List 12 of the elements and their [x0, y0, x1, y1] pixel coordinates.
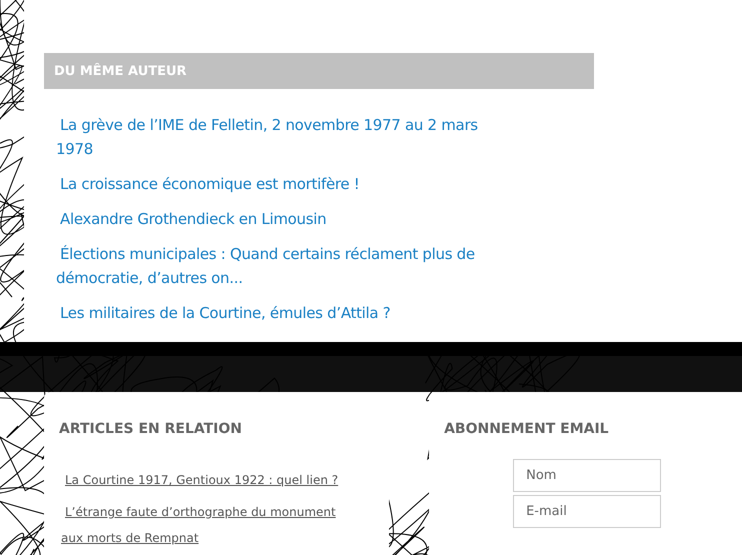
- input-field[interactable]: E-mail: [513, 495, 662, 528]
- article-link[interactable]: La grève de l’IME de Felletin, 2 novembre 1977 au 2 mars 1978: [56, 113, 506, 161]
- article-link[interactable]: Les militaires de la Courtine, émules d’Attila ?: [56, 301, 390, 325]
- article-link[interactable]: La Courtine 1917, Gentioux 1922 : quel lien ?: [61, 467, 361, 493]
- section-header: DU MÊME AUTEUR: [44, 53, 594, 89]
- card-title: ARTICLES EN RELATION: [59, 421, 242, 437]
- article-link[interactable]: Élections municipales : Quand certains réclament plus de démocratie, d’autres on...: [56, 242, 506, 290]
- input-field[interactable]: Nom: [513, 459, 662, 492]
- article-link[interactable]: L’étrange faute d’orthographe du monument aux morts de Rempnat: [61, 499, 361, 551]
- article-link[interactable]: Alexandre Grothendieck en Limousin: [56, 207, 326, 231]
- article-link[interactable]: La croissance économique est mortifère !: [56, 172, 360, 196]
- card-title: ABONNEMENT EMAIL: [444, 421, 610, 437]
